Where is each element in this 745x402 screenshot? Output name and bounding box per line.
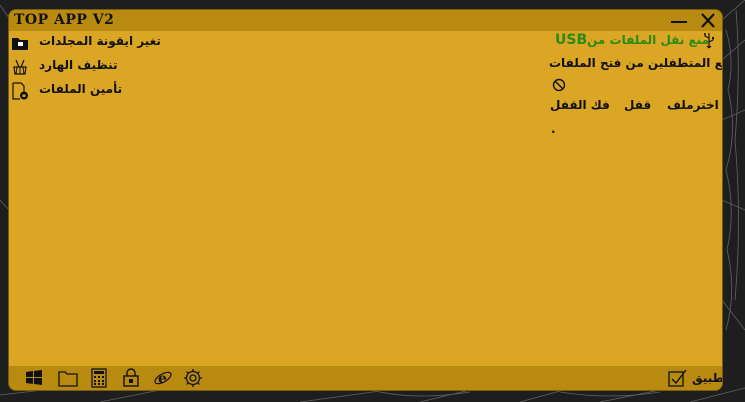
app-title: TOP APP V2 [14,12,115,28]
folder-icon[interactable] [57,368,79,388]
windows-icon[interactable] [23,368,45,388]
choose-file-button[interactable]: اخترملف [667,98,719,112]
lock-icon[interactable] [120,368,142,388]
apply-label: تطبيق [692,371,722,385]
block-icon[interactable] [552,78,566,92]
apply-button[interactable]: تطبيق [666,369,722,388]
usb-icon[interactable] [703,32,715,50]
usb-block-label[interactable]: منع نقل الملفات منUSB [555,32,709,48]
usb-block-text: منع نقل الملفات من [587,33,710,47]
close-icon [701,13,715,28]
folder-icon [12,38,28,50]
status-text: . [551,122,556,136]
menu-item-label: تغير ايقونة المجلدات [39,34,161,48]
close-button[interactable] [698,11,718,30]
menu-item-label: تأمين الملفات [39,82,123,96]
calculator-icon[interactable] [88,368,110,388]
menu-item-label: تنظيف الهارد [39,58,118,72]
app-window: TOP APP V2 تغير ايقونة المجلدات تنظيف ال… [9,10,722,390]
gear-icon[interactable] [182,368,204,388]
unlock-button[interactable]: فك القفل [550,98,610,112]
checkbox-icon [668,369,687,387]
usb-word: USB [555,32,588,48]
menu-item-clean-drive[interactable]: تنظيف الهارد [9,57,229,77]
minimize-icon [671,21,687,23]
minimize-button[interactable] [669,11,689,30]
lock-button[interactable]: قفل [624,98,651,112]
file-lock-icon [12,82,28,100]
menu-item-secure-files[interactable]: تأمين الملفات [9,81,229,101]
svg-text:e: e [158,371,167,387]
title-bar: TOP APP V2 [9,10,722,31]
menu-item-change-folder-icon[interactable]: تغير ايقونة المجلدات [9,33,229,53]
broom-icon [13,59,27,75]
internet-explorer-icon[interactable]: e [152,368,174,388]
prevent-intruders-label: امنع المتطفلين من فتح الملفات [549,56,722,70]
bottom-toolbar: e تطبيق [9,366,722,390]
